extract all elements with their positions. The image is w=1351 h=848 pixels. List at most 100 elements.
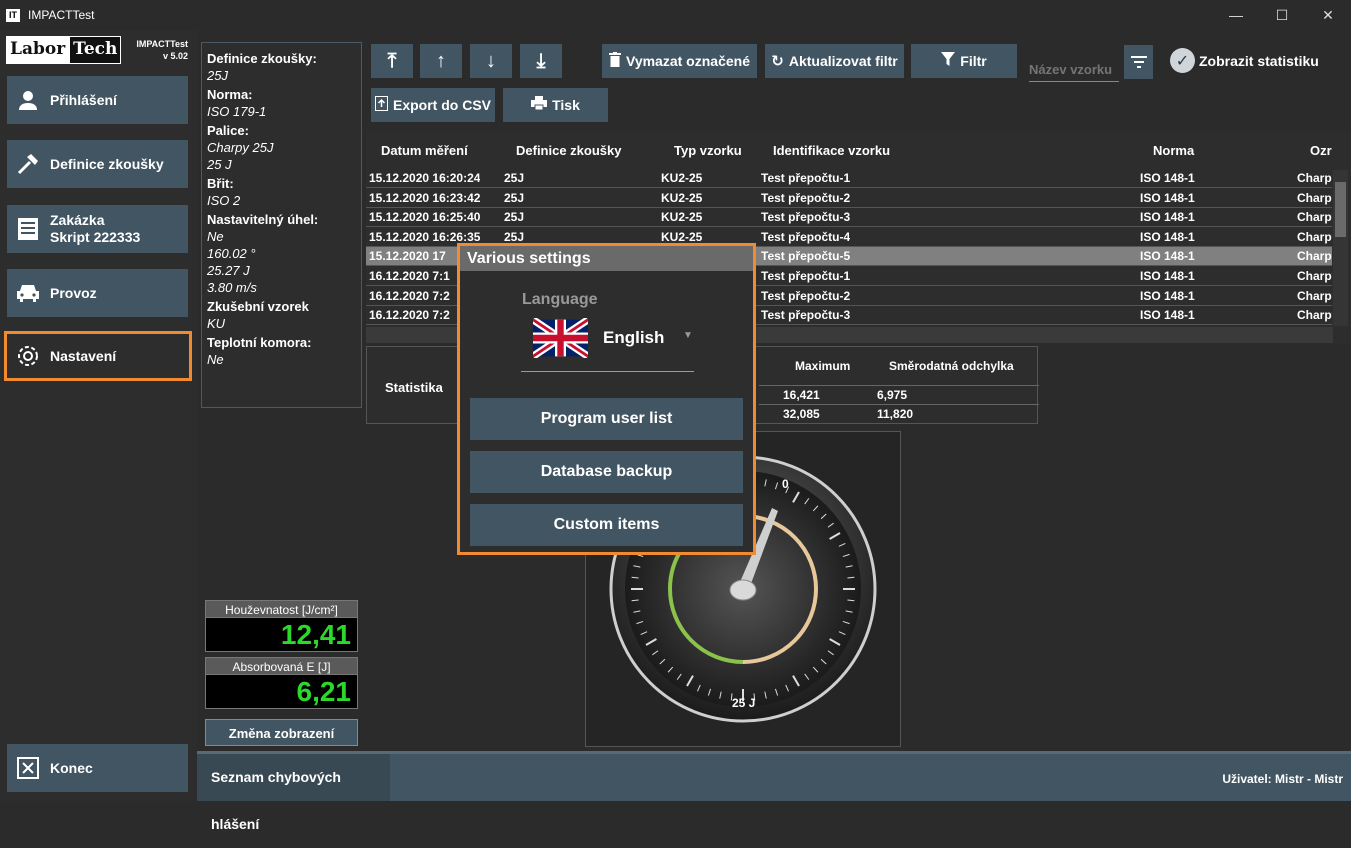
toughness-meter: Houževnatost [J/cm²] 12,41	[205, 600, 358, 652]
cell-date: 16.12.2020 7:2	[369, 288, 450, 303]
error-list-button[interactable]: Seznam chybových hlášení	[197, 754, 390, 832]
cell-norm: ISO 148-1	[1140, 210, 1195, 225]
nav-operation-label: Provoz	[50, 284, 97, 301]
info-hammer-value: Charpy 25J	[207, 140, 274, 155]
cell-definition: 25J	[504, 210, 525, 225]
cell-date: 15.12.2020 16:23:42	[369, 190, 481, 205]
program-user-list-button[interactable]: Program user list	[470, 398, 743, 440]
table-row[interactable]: 15.12.2020 16:23:42 25J KU2-25 Test přepočt…	[366, 189, 1332, 208]
last-record-button[interactable]: ⤓	[520, 44, 562, 78]
info-angle-label: Nastavitelný úhel:	[207, 212, 319, 227]
info-angle-energy: 25.27 J	[207, 263, 250, 278]
table-vertical-scrollbar[interactable]	[1333, 170, 1348, 326]
col-header-date[interactable]: Datum měření	[381, 143, 468, 158]
col-header-norm[interactable]: Norma	[1153, 143, 1194, 158]
stat-row1-max: 16,421	[783, 388, 820, 402]
nav-settings-label: Nastavení	[50, 347, 117, 364]
arrow-bottom-icon: ⤓	[536, 49, 546, 72]
filter-options-button[interactable]	[1124, 45, 1153, 79]
close-box-icon	[15, 755, 41, 781]
nav-login-button[interactable]: Přihlášení	[7, 76, 188, 124]
print-button[interactable]: Tisk	[503, 88, 608, 122]
info-blade-label: Břit:	[207, 176, 234, 191]
sample-name-search	[1029, 52, 1119, 82]
info-hammer-label: Palice:	[207, 123, 249, 138]
info-sample-value: KU	[207, 316, 226, 331]
info-blade-value: ISO 2	[207, 193, 241, 208]
cell-type: KU2-25	[661, 210, 703, 225]
filter-lines-icon	[1130, 56, 1147, 68]
export-icon	[374, 95, 388, 115]
nav-order-button[interactable]: Zakázka Skript 222333	[7, 205, 188, 253]
col-header-type[interactable]: Typ vzorku	[674, 143, 742, 158]
refresh-filter-button[interactable]: ↻ Aktualizovat filtr	[765, 44, 904, 78]
info-norm-value: ISO 179-1	[207, 104, 267, 119]
cell-norm: ISO 148-1	[1140, 308, 1195, 323]
funnel-icon	[941, 52, 956, 70]
info-angle-value: Ne	[207, 229, 224, 244]
gauge-zero-label: 0	[782, 477, 789, 491]
refresh-icon: ↻	[771, 53, 784, 70]
energy-value: 6,21	[205, 675, 358, 709]
info-angle-speed: 3.80 m/s	[207, 280, 257, 295]
info-angle-degrees: 160.02 °	[207, 246, 256, 261]
export-csv-label: Export do CSV	[392, 97, 491, 113]
cell-date: 15.12.2020 16:26:35	[369, 229, 481, 244]
cell-more: Charpy	[1297, 210, 1332, 225]
previous-record-button[interactable]: ↑	[420, 44, 462, 78]
show-statistics-toggle[interactable]: ✓ Zobrazit statistiku	[1170, 48, 1319, 73]
cell-definition: 25J	[504, 229, 525, 244]
stat-row2-max: 32,085	[783, 407, 820, 421]
nav-exit-button[interactable]: Konec	[7, 744, 188, 792]
print-label: Tisk	[552, 97, 580, 113]
info-sample-label: Zkušební vzorek	[207, 299, 309, 314]
col-header-identification[interactable]: Identifikace vzorku	[773, 143, 890, 158]
minimize-button[interactable]: —	[1213, 0, 1259, 30]
window-title: IMPACTTest	[28, 8, 95, 22]
chevron-down-icon[interactable]: ▼	[683, 330, 693, 341]
delete-selected-label: Vymazat označené	[626, 53, 750, 69]
cell-ident: Test přepočtu-2	[761, 190, 851, 205]
nav-operation-button[interactable]: Provoz	[7, 269, 188, 317]
toughness-value: 12,41	[205, 618, 358, 652]
first-record-button[interactable]: ⤒	[371, 44, 413, 78]
stat-row2-std: 11,820	[877, 407, 914, 421]
cell-more: Charpy	[1297, 249, 1332, 264]
sample-name-input[interactable]	[1029, 62, 1119, 77]
database-backup-button[interactable]: Database backup	[470, 451, 743, 493]
cell-more: Charpy	[1297, 171, 1332, 185]
various-settings-dialog: Various settings Language English ▼ Prog…	[457, 243, 756, 555]
maximize-button[interactable]: ☐	[1259, 0, 1305, 30]
col-header-mark[interactable]: Ozr	[1310, 143, 1332, 158]
cell-definition: 25J	[504, 190, 525, 205]
cell-definition: 25J	[504, 171, 525, 185]
energy-label: Absorbovaná E [J]	[205, 657, 358, 675]
stat-row1-std: 6,975	[877, 388, 908, 402]
gauge-hub	[729, 579, 757, 601]
table-row[interactable]: 15.12.2020 16:25:40 25J KU2-25 Test přepočt…	[366, 208, 1332, 228]
filter-button[interactable]: Filtr	[911, 44, 1017, 78]
col-header-definition[interactable]: Definice zkoušky	[516, 143, 622, 158]
dialog-title: Various settings	[460, 246, 753, 271]
cell-type: KU2-25	[661, 190, 703, 205]
custom-items-button[interactable]: Custom items	[470, 504, 743, 546]
language-select-value[interactable]: English	[603, 328, 664, 348]
info-chamber-label: Teplotní komora:	[207, 335, 312, 350]
delete-selected-button[interactable]: Vymazat označené	[602, 44, 757, 78]
stat-col-std-dev: Směrodatná odchylka	[889, 359, 1014, 373]
cell-norm: ISO 148-1	[1140, 229, 1195, 244]
cell-more: Charpy	[1297, 190, 1332, 205]
logo-right: Tech	[69, 36, 122, 64]
export-csv-button[interactable]: Export do CSV	[371, 88, 495, 122]
arrow-up-icon: ↑	[436, 49, 446, 72]
change-view-button[interactable]: Změna zobrazení	[205, 719, 358, 746]
close-button[interactable]: ✕	[1305, 0, 1351, 30]
nav-definition-button[interactable]: Definice zkoušky	[7, 140, 188, 188]
next-record-button[interactable]: ↓	[470, 44, 512, 78]
cell-ident: Test přepočtu-1	[761, 269, 851, 283]
toughness-label: Houževnatost [J/cm²]	[205, 600, 358, 618]
scrollbar-thumb[interactable]	[1335, 182, 1346, 237]
nav-settings-button[interactable]: Nastavení	[4, 331, 192, 381]
table-row[interactable]: 15.12.2020 16:20:24 25J KU2-25 Test přepočt…	[366, 169, 1332, 188]
gear-icon	[15, 343, 41, 369]
